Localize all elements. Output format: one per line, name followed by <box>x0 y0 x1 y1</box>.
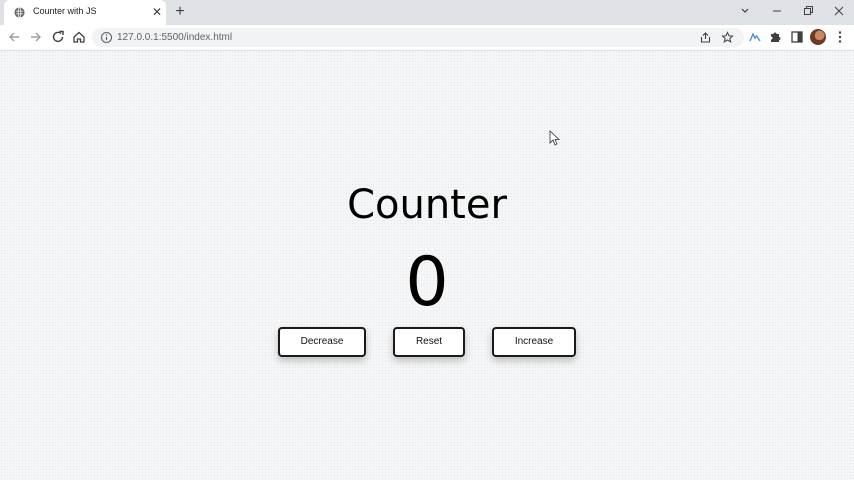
tab-search-icon[interactable] <box>736 3 754 19</box>
restore-icon[interactable] <box>799 3 817 19</box>
back-arrow-icon[interactable] <box>6 29 22 45</box>
reset-button[interactable]: Reset <box>393 327 465 357</box>
puzzle-icon[interactable] <box>767 29 783 45</box>
info-icon[interactable] <box>100 31 113 44</box>
window-close-icon[interactable] <box>830 3 848 19</box>
minimize-icon[interactable] <box>768 3 786 19</box>
side-panel-icon[interactable] <box>789 29 805 45</box>
home-icon[interactable] <box>71 29 87 45</box>
forward-arrow-icon[interactable] <box>28 29 44 45</box>
increase-button[interactable]: Increase <box>492 327 576 357</box>
page-viewport: Counter 0 Decrease Reset Increase <box>0 51 854 480</box>
share-icon[interactable] <box>699 31 712 44</box>
globe-icon <box>14 7 25 18</box>
plus-icon[interactable]: + <box>172 4 188 20</box>
reload-icon[interactable] <box>50 29 66 45</box>
counter-value: 0 <box>405 243 449 322</box>
browser-toolbar: 127.0.0.1:5500/index.html <box>0 25 854 51</box>
tab-strip: Counter with JS ✕ + <box>0 0 854 25</box>
kebab-menu-icon[interactable] <box>832 29 848 45</box>
decrease-button[interactable]: Decrease <box>278 327 366 357</box>
close-icon[interactable]: ✕ <box>150 5 164 19</box>
browser-tab[interactable]: Counter with JS ✕ <box>4 0 166 25</box>
address-bar[interactable]: 127.0.0.1:5500/index.html <box>92 28 744 47</box>
url-text: 127.0.0.1:5500/index.html <box>117 32 233 43</box>
tab-title: Counter with JS <box>33 6 97 16</box>
page-title: Counter <box>347 182 507 228</box>
star-icon[interactable] <box>721 31 734 44</box>
extension-icon[interactable] <box>747 29 763 45</box>
profile-avatar[interactable] <box>810 29 826 45</box>
mouse-cursor-icon <box>549 130 561 146</box>
